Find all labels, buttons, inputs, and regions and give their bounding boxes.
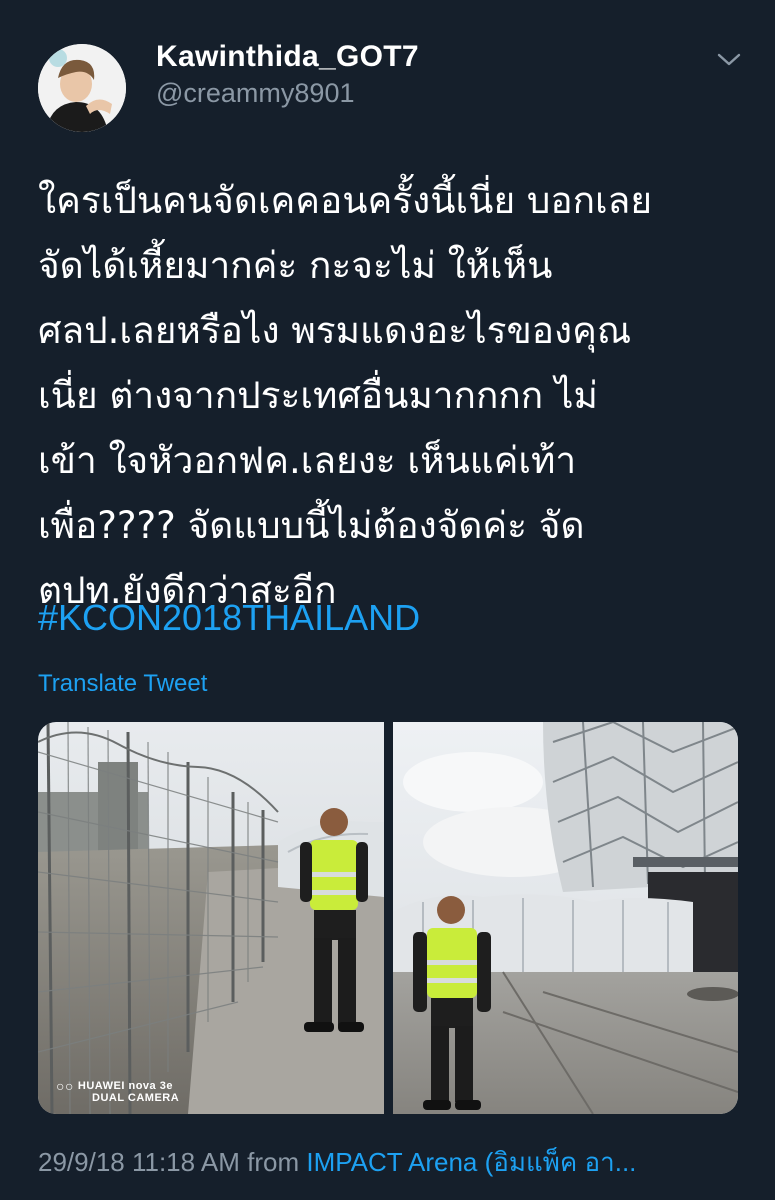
tweet-photo-left[interactable]: ○○ HUAWEI nova 3e DUAL CAMERA	[38, 722, 384, 1114]
user-handle[interactable]: @creammy8901	[156, 78, 354, 109]
tweet-text-line: ใครเป็นคนจัดเคคอนครั้งนี้เนี่ย บอกเลย	[38, 179, 653, 222]
translate-tweet-link[interactable]: Translate Tweet	[38, 670, 207, 698]
photo-fence-guard	[38, 722, 384, 1114]
tweet-text: ใครเป็นคนจัดเคคอนครั้งนี้เนี่ย บอกเลย จั…	[38, 168, 738, 623]
tweet-from-label: from	[247, 1147, 300, 1177]
photo-arena-guard	[393, 722, 738, 1114]
tweet-location-link[interactable]: IMPACT Arena (อิมแพ็ค อา...	[306, 1147, 636, 1177]
watermark-camera: DUAL CAMERA	[92, 1092, 180, 1104]
display-name[interactable]: Kawinthida_GOT7	[156, 40, 419, 74]
tweet-text-line: เข้า ใจหัวอกฟค.เลยงะ เห็นแค่เท้า	[38, 439, 577, 482]
tweet-text-line: ศลป.เลยหรือไง พรมแดงอะไรของคุณ	[38, 309, 632, 352]
tweet-meta: 29/9/18 11:18 AM from IMPACT Arena (อิมแ…	[38, 1142, 636, 1183]
tweet-text-line: จัดได้เหี้ยมากค่ะ กะจะไม่ ให้เห็น	[38, 244, 553, 287]
tweet-photo-right[interactable]	[393, 722, 738, 1114]
watermark-brand: HUAWEI nova 3e	[77, 1079, 173, 1092]
dual-camera-icon: ○○	[56, 1078, 74, 1094]
avatar-image	[38, 44, 126, 132]
avatar[interactable]	[38, 44, 126, 132]
tweet-timestamp: 29/9/18 11:18 AM	[38, 1147, 240, 1177]
chevron-down-icon[interactable]	[716, 52, 742, 68]
tweet-text-line: เนี่ย ต่างจากประเทศอื่นมากกกก ไม่	[38, 374, 598, 417]
hashtag-link[interactable]: #KCON2018THAILAND	[38, 597, 420, 639]
tweet-text-line: เพื่อ???? จัดแบบนี้ไม่ต้องจัดค่ะ จัด	[38, 504, 585, 547]
camera-watermark: ○○ HUAWEI nova 3e DUAL CAMERA	[56, 1078, 180, 1104]
